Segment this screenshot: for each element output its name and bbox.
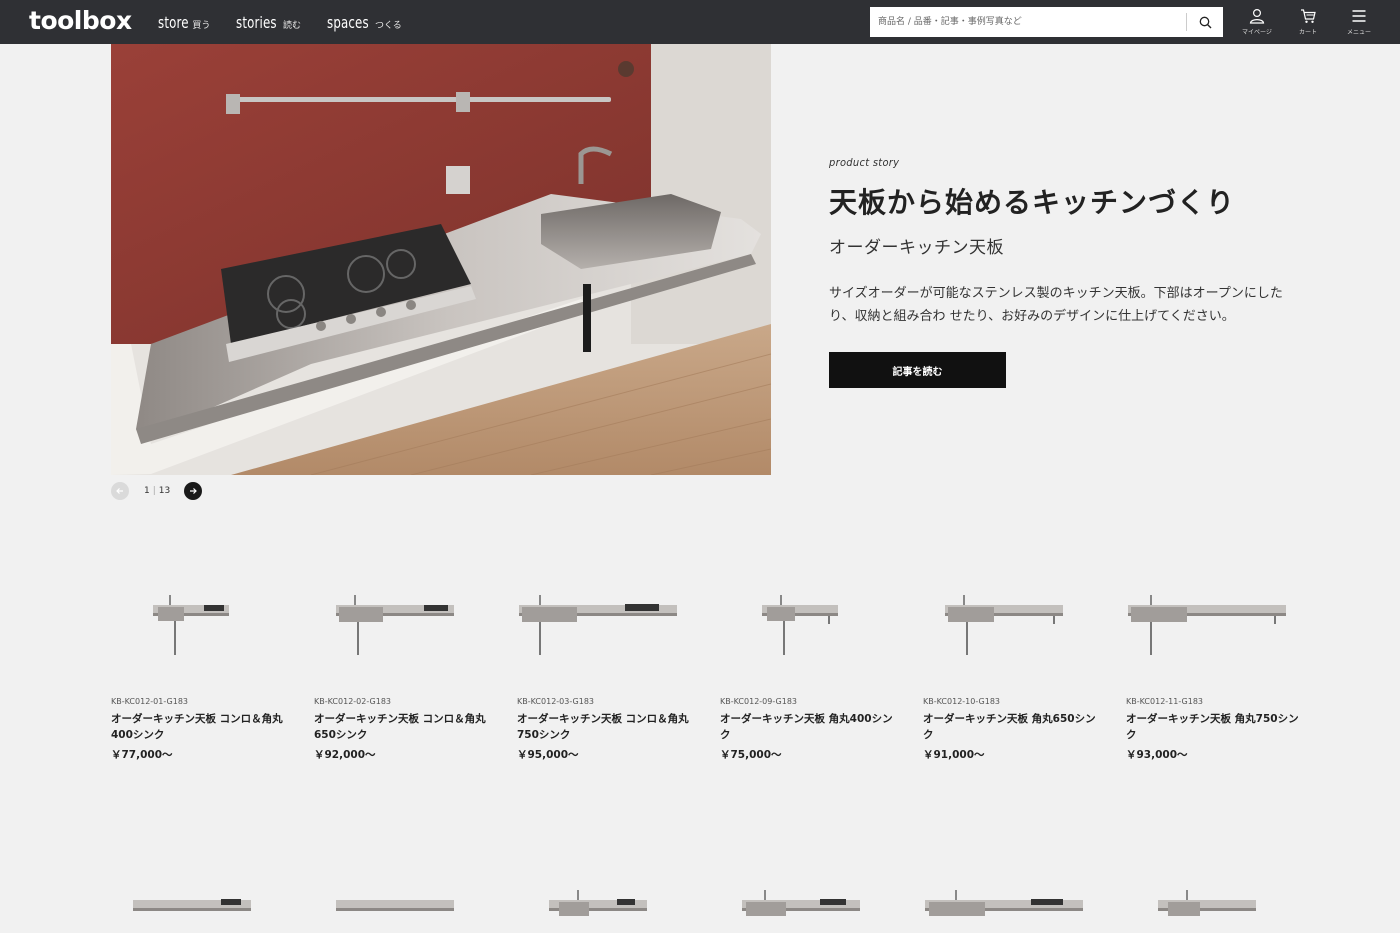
product-image bbox=[111, 565, 291, 685]
product-card[interactable]: KB-KC012-02-G183 オーダーキッチン天板 コンロ＆角丸650シンク… bbox=[314, 565, 494, 762]
slider-prev-button[interactable] bbox=[111, 482, 129, 500]
product-name: オーダーキッチン天板 角丸400シンク bbox=[720, 713, 893, 741]
menu-label: メニュー bbox=[1346, 29, 1371, 36]
product-name: オーダーキッチン天板 コンロ＆角丸650シンク bbox=[314, 713, 486, 741]
menu-button[interactable]: メニュー bbox=[1337, 8, 1381, 36]
product-card[interactable]: KB-KC012-10-G183 オーダーキッチン天板 角丸650シンク ￥91… bbox=[923, 565, 1103, 762]
site-header: toolbox store 買う stories 読む spaces つくる 商… bbox=[0, 0, 1400, 44]
product-image bbox=[720, 565, 900, 685]
user-icon bbox=[1249, 8, 1265, 24]
hero-image[interactable] bbox=[111, 44, 771, 475]
cart-button[interactable]: カート bbox=[1286, 8, 1330, 36]
product-image[interactable] bbox=[111, 870, 291, 933]
product-name: オーダーキッチン天板 コンロ＆角丸750シンク bbox=[517, 713, 689, 741]
product-code: KB-KC012-02-G183 bbox=[314, 697, 391, 706]
menu-icon bbox=[1352, 10, 1366, 22]
hero-eyebrow: product story bbox=[829, 156, 900, 169]
hero-title: 天板から始めるキッチンづくり bbox=[829, 186, 1236, 219]
arrow-right-icon bbox=[190, 488, 198, 494]
search-button[interactable] bbox=[1187, 7, 1223, 37]
product-code: KB-KC012-03-G183 bbox=[517, 697, 594, 706]
product-price: ￥91,000〜 bbox=[923, 749, 985, 761]
product-image[interactable] bbox=[314, 870, 494, 933]
main-nav: store 買う stories 読む spaces つくる bbox=[158, 0, 428, 44]
nav-store-sublabel: 買う bbox=[192, 20, 211, 31]
nav-stories-sublabel: 読む bbox=[283, 20, 302, 31]
product-price: ￥93,000〜 bbox=[1126, 749, 1188, 761]
nav-spaces-label: spaces bbox=[327, 12, 369, 32]
product-code: KB-KC012-01-G183 bbox=[111, 697, 188, 706]
search-input[interactable] bbox=[870, 7, 1186, 37]
arrow-left-icon bbox=[116, 488, 123, 494]
nav-stories-label: stories bbox=[236, 12, 278, 32]
nav-stories[interactable]: stories 読む bbox=[236, 13, 301, 32]
product-card[interactable]: KB-KC012-11-G183 オーダーキッチン天板 角丸750シンク ￥93… bbox=[1126, 565, 1306, 762]
hero-description: サイズオーダーが可能なステンレス製のキッチン天板。下部はオープンにしたり、収納と… bbox=[829, 286, 1283, 324]
product-image bbox=[923, 565, 1103, 685]
mypage-button[interactable]: マイページ bbox=[1235, 8, 1279, 36]
product-price: ￥77,000〜 bbox=[111, 749, 173, 761]
product-name: オーダーキッチン天板 角丸650シンク bbox=[923, 713, 1096, 741]
nav-spaces-sublabel: つくる bbox=[374, 20, 402, 31]
slider-pager: 1 | 13 bbox=[111, 482, 203, 500]
hero-content: product story 天板から始めるキッチンづくり オーダーキッチン天板 … bbox=[829, 156, 1289, 388]
product-code: KB-KC012-11-G183 bbox=[1126, 697, 1203, 706]
product-price: ￥75,000〜 bbox=[720, 749, 782, 761]
product-name: オーダーキッチン天板 コンロ＆角丸400シンク bbox=[111, 713, 283, 741]
product-image bbox=[517, 565, 697, 685]
product-name: オーダーキッチン天板 角丸750シンク bbox=[1126, 713, 1299, 741]
product-card[interactable]: KB-KC012-03-G183 オーダーキッチン天板 コンロ＆角丸750シンク… bbox=[517, 565, 697, 762]
site-logo[interactable]: toolbox bbox=[29, 6, 132, 35]
product-image bbox=[314, 565, 494, 685]
product-price: ￥95,000〜 bbox=[517, 749, 579, 761]
product-image[interactable] bbox=[720, 870, 900, 933]
product-grid-row-2 bbox=[111, 870, 1301, 933]
product-image[interactable] bbox=[1126, 870, 1306, 933]
nav-store-label: store bbox=[158, 12, 189, 32]
product-image[interactable] bbox=[517, 870, 697, 933]
product-image bbox=[1126, 565, 1306, 685]
mypage-label: マイページ bbox=[1242, 29, 1272, 36]
product-code: KB-KC012-10-G183 bbox=[923, 697, 1000, 706]
slider-total: 13 bbox=[158, 486, 171, 496]
product-price: ￥92,000〜 bbox=[314, 749, 376, 761]
hero-subtitle: オーダーキッチン天板 bbox=[829, 238, 1004, 258]
search-icon bbox=[1199, 16, 1211, 28]
product-card[interactable]: KB-KC012-01-G183 オーダーキッチン天板 コンロ＆角丸400シンク… bbox=[111, 565, 291, 762]
slider-counter: 1 | 13 bbox=[144, 486, 170, 496]
product-code: KB-KC012-09-G183 bbox=[720, 697, 797, 706]
slider-next-button[interactable] bbox=[184, 482, 203, 500]
kitchen-photo bbox=[111, 44, 771, 475]
nav-store[interactable]: store 買う bbox=[158, 13, 210, 32]
nav-spaces[interactable]: spaces つくる bbox=[327, 13, 402, 32]
slider-current: 1 bbox=[144, 486, 150, 496]
read-article-button[interactable]: 記事を読む bbox=[829, 352, 1006, 388]
cart-label: カート bbox=[1298, 29, 1317, 36]
search-bar bbox=[870, 7, 1223, 37]
slider-separator: | bbox=[152, 486, 156, 496]
product-card[interactable]: KB-KC012-09-G183 オーダーキッチン天板 角丸400シンク ￥75… bbox=[720, 565, 900, 762]
cart-icon bbox=[1301, 9, 1316, 23]
product-image[interactable] bbox=[923, 870, 1103, 933]
